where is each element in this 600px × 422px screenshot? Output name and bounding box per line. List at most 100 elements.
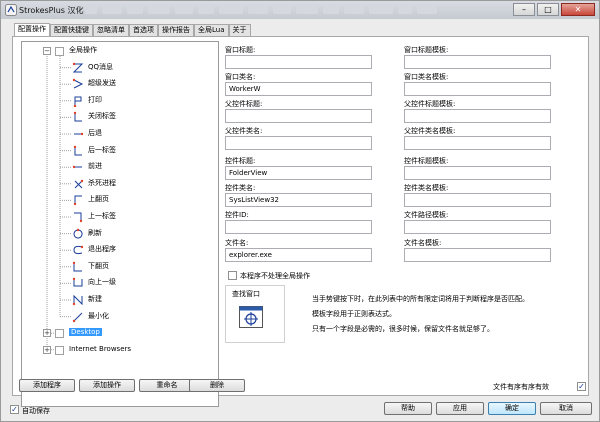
apply-button[interactable]: 应用 (436, 402, 484, 415)
control-title-field[interactable]: FolderView (225, 166, 372, 180)
file-name-pattern-label: 文件名模板: (404, 239, 442, 247)
l-shape-gesture-icon (73, 112, 82, 122)
app-icon (5, 4, 17, 16)
tree-expander[interactable]: − (43, 47, 51, 55)
down-right-2-gesture-icon (72, 261, 82, 272)
window-finder-icon[interactable] (239, 306, 263, 328)
control-class-pattern-field[interactable] (404, 193, 551, 207)
cancel-button[interactable]: 取消 (540, 402, 592, 415)
circle-gesture-icon (73, 228, 83, 239)
maximize-button[interactable]: □ (537, 3, 559, 16)
control-title-pattern-field[interactable] (404, 166, 551, 180)
tree-node-checkbox[interactable] (55, 329, 64, 339)
tree-node-action[interactable]: QQ消息 (88, 62, 113, 73)
tree-node-action[interactable]: 下翻页 (88, 261, 109, 272)
tree-node-action[interactable]: 最小化 (88, 311, 109, 322)
rename-button[interactable]: 重命名 (139, 379, 195, 392)
tree-node-action-label: 前进 (88, 162, 102, 171)
control-title-pattern-label: 控件标题模板: (404, 157, 449, 165)
tree-node-action[interactable]: 退出程序 (88, 244, 116, 255)
parent-title-pattern-label: 父控件标题模板: (404, 100, 456, 108)
file-name-pattern-field[interactable] (404, 248, 551, 262)
finder-group: 查找窗口 (225, 285, 285, 343)
tree-node-action[interactable]: 杀死进程 (88, 178, 116, 189)
down-right-gesture-icon (73, 145, 82, 156)
config-panel: − 全局操作 QQ消息超级发送打印关闭标签后退后一标签前进杀死进程上翻页上一标签刷新… (12, 36, 589, 407)
control-class-label: 控件类名: (225, 184, 256, 192)
tab-bar: 配置操作 配置快捷键 忽略清单 首选项 操作报告 全局Lua 关于 (14, 23, 251, 36)
parent-class-pattern-label: 父控件类名模板: (404, 127, 456, 135)
tree-node-app[interactable]: Internet Browsers (69, 344, 131, 355)
action-tree[interactable]: − 全局操作 QQ消息超级发送打印关闭标签后退后一标签前进杀死进程上翻页上一标签刷新… (21, 41, 219, 407)
tree-node-action[interactable]: 后退 (88, 128, 102, 139)
control-class-field[interactable]: SysListView32 (225, 193, 372, 207)
tree-node-action[interactable]: 超级发送 (88, 78, 116, 89)
tab-3[interactable]: 首选项 (129, 24, 158, 36)
window-class-label: 窗口类名: (225, 73, 256, 81)
tree-node-checkbox[interactable] (55, 47, 64, 56)
window-title-pattern-field[interactable] (404, 55, 551, 69)
window-class-field[interactable]: WorkerW (225, 82, 372, 96)
parent-class-pattern-field[interactable] (404, 136, 551, 150)
tab-0[interactable]: 配置操作 (14, 23, 50, 36)
diagonal-gesture-icon (72, 312, 83, 322)
tab-6[interactable]: 关于 (228, 24, 251, 36)
info-text: 只有一个字段是必需的，很多时候，保留文件名就足够了。 (312, 325, 494, 333)
window-title-field[interactable] (225, 55, 372, 69)
window-class-pattern-field[interactable] (404, 82, 551, 96)
tree-node-action[interactable]: 刷新 (88, 228, 102, 239)
tree-node-action[interactable]: 打印 (88, 95, 102, 106)
file-name-field[interactable]: explorer.exe (225, 248, 372, 262)
file-order-checkbox[interactable]: ✓ (577, 382, 586, 391)
tree-expander[interactable]: + (43, 329, 51, 338)
tree-node-app-label: Desktop (69, 328, 102, 337)
tree-node-action[interactable]: 上翻页 (88, 194, 109, 205)
tree-node-action[interactable]: 关闭标签 (88, 111, 116, 122)
no-global-actions-label: 本程序不处理全局操作 (240, 272, 310, 280)
tab-2[interactable]: 忽略清单 (93, 24, 129, 36)
minimize-button[interactable]: – (513, 3, 535, 16)
tree-node-action[interactable]: 向上一级 (88, 277, 116, 288)
tree-expander[interactable]: + (43, 345, 51, 354)
tree-node-action[interactable]: 上一标签 (88, 211, 116, 222)
file-path-pattern-field[interactable] (404, 220, 551, 234)
tree-node-action-label: 杀死进程 (88, 178, 116, 187)
tree-node-action[interactable]: 前进 (88, 161, 102, 172)
tree-node-action-label: 后一标签 (88, 145, 116, 154)
tree-node-action-label: 最小化 (88, 311, 109, 320)
tree-node-checkbox[interactable] (55, 345, 64, 355)
tree-node-global-actions-label: 全局操作 (69, 46, 97, 54)
tab-4[interactable]: 操作报告 (158, 24, 194, 36)
control-title-label: 控件标题: (225, 157, 256, 165)
tree-node-action[interactable]: 后一标签 (88, 145, 116, 156)
tree-node-app[interactable]: Desktop (69, 327, 102, 338)
tree-node-app-label: Internet Browsers (69, 344, 132, 353)
no-global-actions-checkbox[interactable] (228, 271, 237, 280)
delete-button[interactable]: 删除 (189, 379, 245, 392)
control-id-field[interactable] (225, 220, 372, 234)
add-app-button[interactable]: 添加程序 (19, 379, 75, 392)
window-class-pattern-label: 窗口类名模板: (404, 73, 449, 81)
tree-node-action[interactable]: 新建 (88, 294, 102, 305)
z-shape-gesture-icon (72, 62, 84, 73)
control-class-pattern-label: 控件类名模板: (404, 184, 449, 192)
add-action-button[interactable]: 添加操作 (79, 379, 135, 392)
control-id-label: 控件ID: (225, 211, 249, 219)
line-left-gesture-icon (74, 132, 84, 136)
tree-node-global-actions[interactable]: 全局操作 (69, 45, 97, 56)
tree-node-action-label: 向上一级 (88, 278, 116, 287)
close-button[interactable]: ✕ (561, 3, 595, 16)
info-text: 模板字段用于正则表达式。 (312, 310, 396, 318)
tab-1[interactable]: 配置快捷键 (50, 24, 93, 36)
autosave-checkbox[interactable]: ✓ (10, 405, 19, 414)
tab-5[interactable]: 全局Lua (194, 24, 229, 36)
tree-node-action-label: 新建 (88, 295, 102, 303)
ok-button[interactable]: 确定 (488, 402, 536, 415)
parent-title-pattern-field[interactable] (404, 109, 551, 123)
file-path-pattern-label: 文件路径模板: (404, 211, 449, 219)
up-left-gesture-icon (74, 212, 83, 223)
parent-class-field[interactable] (225, 136, 372, 150)
up-right-gesture-icon (73, 195, 82, 206)
parent-title-field[interactable] (225, 109, 372, 123)
help-button[interactable]: 帮助 (384, 402, 432, 415)
